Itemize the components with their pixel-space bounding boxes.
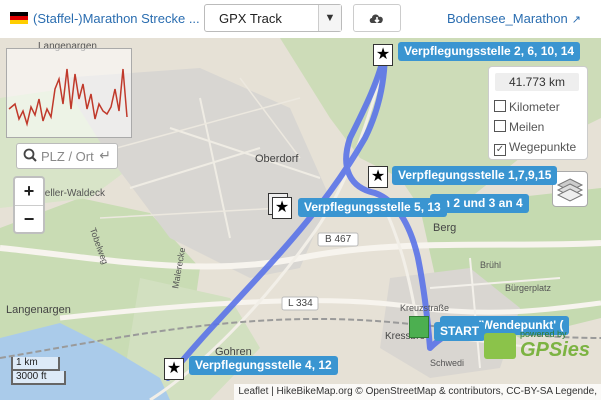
search-icon [23,148,37,162]
waypoint-label-vp-4-12[interactable]: Verpflegungsstelle 4, 12 [189,356,338,375]
track-distance: 41.773 km [495,73,579,91]
layers-icon [556,178,584,202]
waypoint-label-vp-1-7-9-15[interactable]: Verpflegungsstelle 1,7,9,15 [392,166,558,185]
place-oberdorf: Oberdorf [255,153,299,165]
waypoint-label-start[interactable]: START [434,322,486,341]
street-kreuzstrasse: Kreuzstraße [400,303,450,313]
street-bruehl: Brühl [480,260,502,270]
layers-button[interactable] [552,171,588,207]
waypoint-label-vp-5-13[interactable]: Verpflegungsstelle 5, 13 [298,198,447,217]
checkbox-meilen[interactable] [494,120,506,132]
elevation-chart [8,68,128,127]
street-schwedi: Schwedi [430,358,465,368]
track-title-text: (Staffel-)Marathon Strecke ... [33,11,200,26]
chevron-down-icon: ▼ [318,5,341,31]
track-format-value: GPX Track [219,11,282,26]
option-wegepunkte[interactable]: ✓ Wegepunkte [494,140,576,156]
start-flag-icon[interactable] [409,316,429,338]
scale-imperial: 3000 ft [11,371,66,385]
external-link-icon: ↗ [571,14,581,26]
track-title-link[interactable]: (Staffel-)Marathon Strecke ...↗ [33,11,213,26]
place-langenargen: Langenargen [6,304,71,316]
powered-by-text: powered by [520,329,567,339]
location-search[interactable]: PLZ / Ort ↵ [16,143,118,169]
road-label-b467: B 467 [325,234,352,245]
gpsies-text: GPSies [520,339,591,361]
download-button[interactable] [353,4,401,32]
waypoint-star-icon[interactable]: ★ [164,358,184,380]
cloud-download-icon [369,14,383,24]
bike-icon [484,333,516,359]
waypoint-star-icon[interactable]: ★ [373,44,393,66]
track-format-select[interactable]: GPX Track ▼ [204,4,342,32]
checkbox-wegepunkte[interactable]: ✓ [494,144,506,156]
toolbar: (Staffel-)Marathon Strecke ...↗ GPX Trac… [0,0,601,38]
track-options-panel: 41.773 km Kilometer Meilen ✓ Wegepunkte [488,66,588,160]
zoom-control: + − [13,176,45,234]
german-flag-icon [10,12,28,24]
event-link-text: Bodensee_Marathon [447,11,568,26]
road-label-l334: L 334 [288,298,313,309]
option-meilen-label: Meilen [509,120,545,134]
option-meilen[interactable]: Meilen [494,120,544,134]
gpsies-logo[interactable]: powered by GPSies [484,329,590,367]
option-kilometer[interactable]: Kilometer [494,100,560,114]
elevation-profile [6,48,132,138]
zoom-in-button[interactable]: + [15,178,43,206]
waypoint-star-icon[interactable]: ★ [272,197,292,219]
map-attribution[interactable]: Leaflet | HikeBikeMap.org © OpenStreetMa… [234,384,601,400]
place-berg: Berg [433,222,457,234]
waypoint-label-vp-2-6-10-14[interactable]: Verpflegungsstelle 2, 6, 10, 14 [398,42,581,61]
scale-metric: 1 km [11,357,60,371]
map-scale: 1 km 3000 ft [11,357,66,385]
option-wegepunkte-label: Wegepunkte [509,140,577,154]
search-placeholder: PLZ / Ort [41,149,94,164]
enter-icon: ↵ [99,147,111,163]
waypoint-star-icon[interactable]: ★ [368,166,388,188]
zoom-out-button[interactable]: − [15,206,43,233]
checkbox-kilometer[interactable] [494,100,506,112]
street-buergerplatz: Bürgerplatz [505,283,552,293]
option-kilometer-label: Kilometer [509,100,560,114]
event-link[interactable]: Bodensee_Marathon ↗ [447,11,581,26]
map-view[interactable]: B 467 L 334 Langenargen Oberdorf Bierkel… [0,38,601,400]
